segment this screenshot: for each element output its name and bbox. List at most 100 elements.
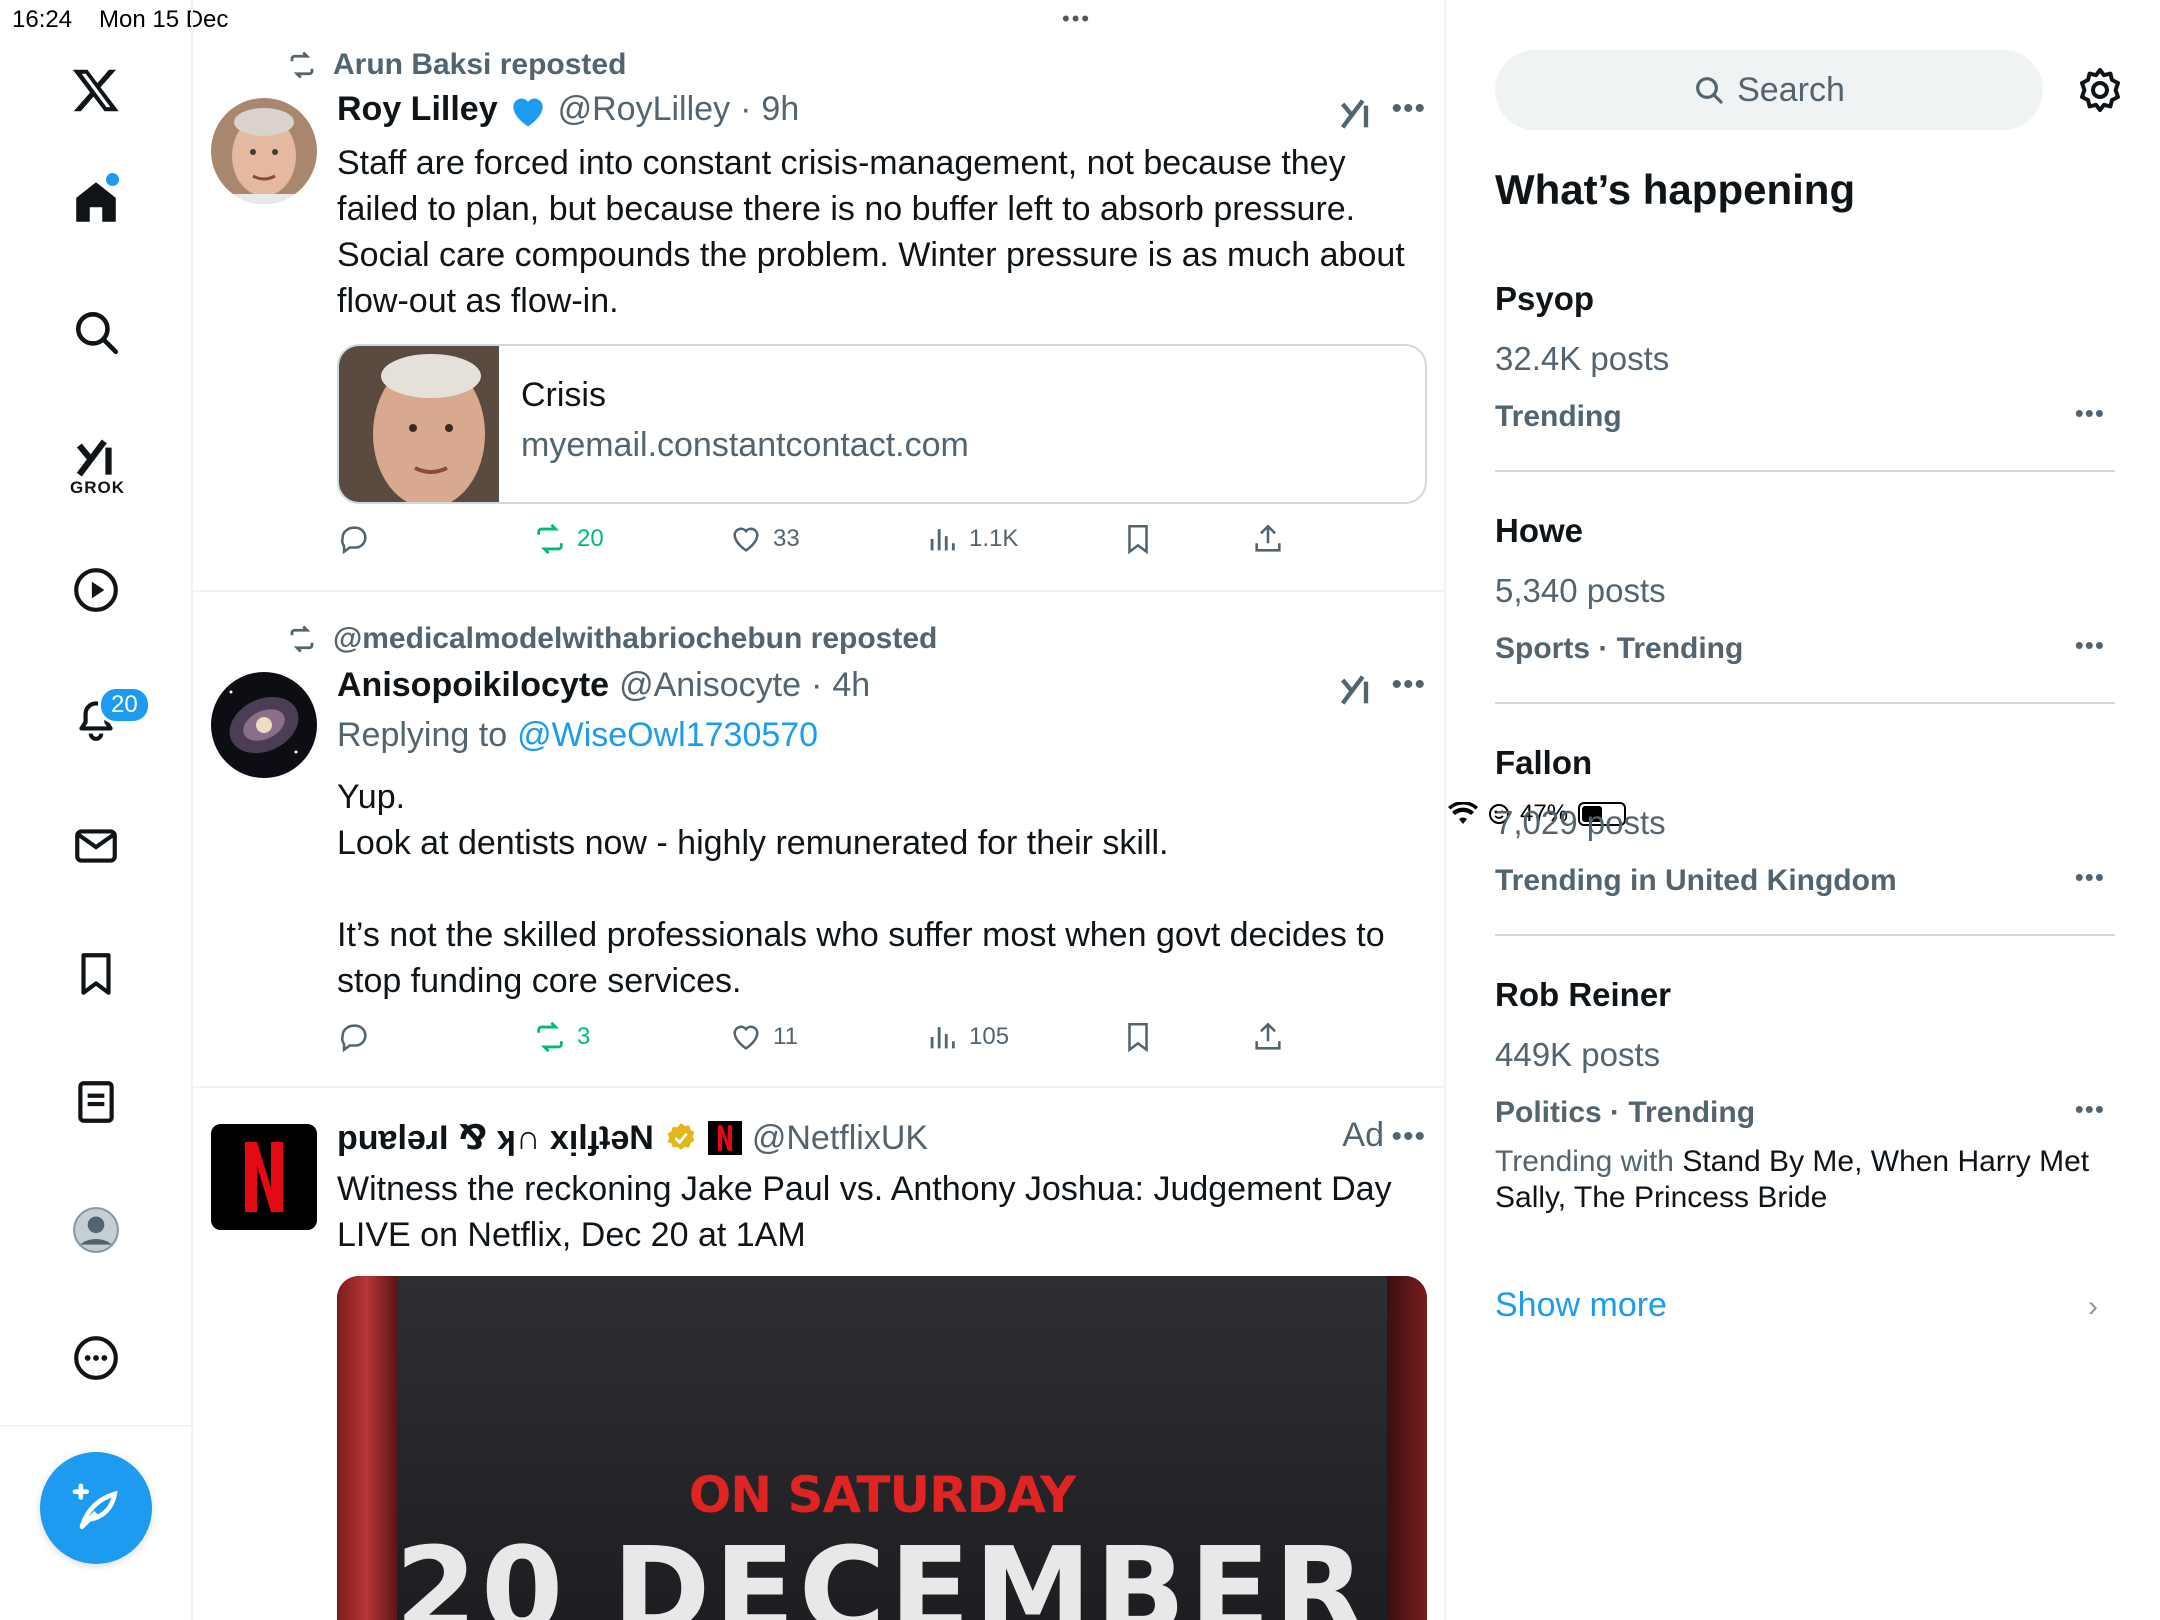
trend-category: Trending [1495, 400, 1622, 433]
post-time[interactable]: 4h [832, 666, 870, 705]
author-handle[interactable]: @Anisocyte [619, 666, 801, 705]
blue-heart-icon [512, 98, 543, 126]
tweet-post[interactable]: @medicalmodelwithabriochebun reposted An… [193, 592, 1444, 1088]
tweet-actions: 3 11 105 [337, 1020, 1317, 1060]
grok-explain-icon[interactable] [1336, 94, 1376, 134]
settings-gear-icon[interactable] [2076, 66, 2124, 114]
trending-with: Trending with Stand By Me, When Harry Me… [1495, 1144, 2115, 1216]
bookmark-icon [1128, 1022, 1148, 1053]
trending-with-label: Trending with [1495, 1145, 1674, 1178]
views-chart-icon [930, 1027, 955, 1049]
timeline-feed[interactable]: Arun Baksi reposted Roy Lilley @RoyLille… [193, 0, 1446, 1620]
x-logo-icon[interactable] [56, 50, 136, 130]
messages-envelope-icon[interactable] [56, 806, 136, 886]
trend-more-icon[interactable]: ••• [2075, 862, 2105, 893]
avatar[interactable] [211, 672, 317, 778]
media-text-line1: ON SATURDAY [688, 1466, 1076, 1524]
author-name[interactable]: puɐlǝɹI ⅋ ʞ∩ xᴉlɟʇǝN [337, 1118, 654, 1158]
link-card-domain: myemail.constantcontact.com [521, 426, 969, 464]
nav-divider [0, 1425, 193, 1427]
views-count: 105 [969, 1023, 1010, 1050]
tweet-text: Witness the reckoning Jake Paul vs. Anth… [337, 1170, 1392, 1254]
repost-icon [290, 51, 314, 79]
bookmark-button[interactable] [1121, 522, 1155, 556]
views-button[interactable]: 105 [925, 1020, 1009, 1054]
author-name[interactable]: Anisopoikilocyte [337, 666, 609, 705]
trend-post-count: 7,029 posts [1495, 804, 1666, 841]
video-play-icon[interactable] [56, 550, 136, 630]
search-input[interactable]: Search [1495, 50, 2043, 130]
more-options-icon[interactable] [56, 1318, 136, 1398]
explore-search-icon[interactable] [56, 292, 136, 372]
share-button[interactable] [1251, 1020, 1285, 1054]
post-more-icon[interactable]: ••• [1391, 668, 1426, 702]
tweet-header: puɐlǝɹI ⅋ ʞ∩ xᴉlɟʇǝN @NetflixUK [337, 1118, 928, 1158]
trend-category: Sports · Trending [1495, 632, 1744, 665]
post-time[interactable]: 9h [761, 90, 799, 129]
search-placeholder: Search [1737, 70, 1845, 109]
author-name[interactable]: Roy Lilley [337, 90, 498, 129]
trend-more-icon[interactable]: ••• [2075, 630, 2105, 661]
trend-name: Psyop [1495, 280, 1595, 317]
trend-item[interactable]: Fallon 7,029 posts Trending in United Ki… [1495, 744, 2115, 898]
reply-button[interactable] [337, 522, 371, 556]
link-card-thumbnail [339, 346, 499, 502]
author-handle[interactable]: @NetflixUK [752, 1119, 928, 1158]
post-more-icon[interactable]: ••• [1391, 1120, 1426, 1154]
trend-divider [1495, 934, 2115, 936]
like-button[interactable]: 33 [729, 522, 800, 556]
repost-indicator: @medicalmodelwithabriochebun reposted [285, 622, 937, 656]
right-sidebar: Search What’s happening Psyop 32.4K post… [1448, 0, 2160, 1620]
promoted-post[interactable]: puɐlǝɹI ⅋ ʞ∩ xᴉlɟʇǝN @NetflixUK Ad ••• W… [193, 1088, 1444, 1620]
trend-post-count: 32.4K posts [1495, 340, 1670, 377]
ad-media-image[interactable]: ON SATURDAY 20 DECEMBER [337, 1276, 1427, 1620]
search-icon [1696, 77, 1723, 104]
home-unread-dot [106, 173, 119, 186]
left-nav: GROK 20 [0, 0, 193, 1620]
views-chart-icon [930, 529, 955, 551]
retweet-button[interactable]: 20 [533, 522, 604, 556]
avatar[interactable] [211, 98, 317, 204]
like-button[interactable]: 11 [729, 1020, 798, 1054]
trend-more-icon[interactable]: ••• [2075, 398, 2105, 429]
retweet-icon [537, 523, 563, 555]
avatar[interactable] [211, 1124, 317, 1230]
tweet-text: Yup. Look at dentists now - highly remun… [337, 778, 1385, 1000]
trend-more-icon[interactable]: ••• [2075, 1094, 2105, 1125]
bookmarks-icon[interactable] [56, 934, 136, 1014]
grok-explain-icon[interactable] [1336, 670, 1376, 710]
reply-button[interactable] [337, 1020, 371, 1054]
reply-icon [341, 1024, 367, 1053]
media-text-line2: 20 DECEMBER [395, 1521, 1369, 1620]
trend-post-count: 5,340 posts [1495, 572, 1666, 609]
gold-verified-icon [667, 1123, 695, 1150]
tweet-post[interactable]: Arun Baksi reposted Roy Lilley @RoyLille… [193, 0, 1444, 592]
bookmark-button[interactable] [1121, 1020, 1155, 1054]
lists-icon[interactable] [56, 1062, 136, 1142]
notifications-badge: 20 [98, 686, 151, 724]
share-button[interactable] [1251, 522, 1285, 556]
retweet-icon [537, 1021, 563, 1053]
heart-icon [733, 1025, 759, 1050]
chevron-right-icon: › [2088, 1290, 2098, 1323]
retweet-button[interactable]: 3 [533, 1020, 590, 1054]
trend-item[interactable]: Howe 5,340 posts Sports · Trending ••• [1495, 512, 2115, 666]
compose-feather-icon [72, 1483, 118, 1529]
author-handle[interactable]: @RoyLilley [558, 90, 730, 129]
compose-post-button[interactable] [40, 1452, 152, 1564]
trend-divider [1495, 702, 2115, 704]
views-button[interactable]: 1.1K [925, 522, 1018, 556]
share-icon [1255, 524, 1281, 552]
trend-item[interactable]: Psyop 32.4K posts Trending ••• [1495, 280, 2115, 434]
replying-to-link[interactable]: @WiseOwl1730570 [517, 716, 818, 755]
replying-label: Replying to [337, 716, 508, 754]
profile-avatar-icon[interactable] [56, 1190, 136, 1270]
link-card[interactable]: Crisis myemail.constantcontact.com [337, 344, 1427, 504]
show-more-link[interactable]: Show more [1495, 1286, 1667, 1325]
grok-label: GROK [70, 478, 125, 497]
trend-item[interactable]: Rob Reiner 449K posts Politics · Trendin… [1495, 976, 2115, 1216]
home-icon[interactable] [56, 162, 136, 242]
trend-divider [1495, 470, 2115, 472]
post-more-icon[interactable]: ••• [1391, 92, 1426, 126]
repost-indicator: Arun Baksi reposted [285, 48, 626, 82]
